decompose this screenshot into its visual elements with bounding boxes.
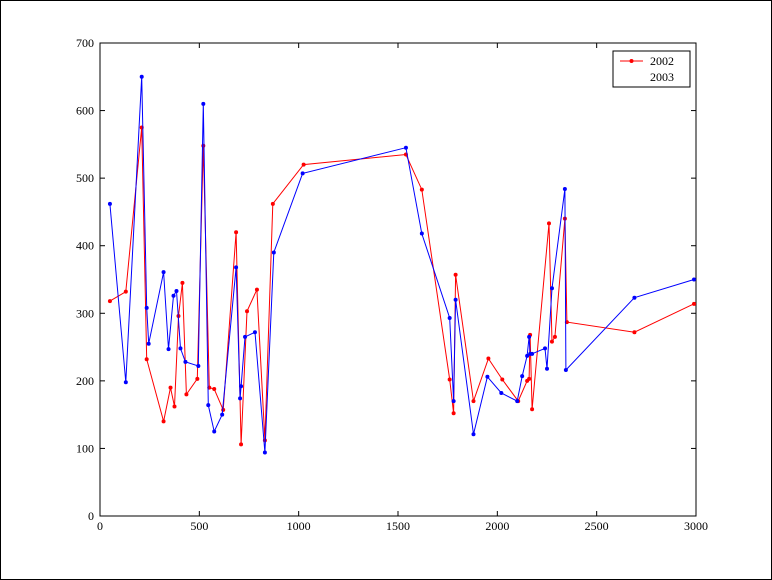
- data-point-2003: [183, 359, 188, 364]
- y-tick-label: 400: [76, 239, 94, 253]
- data-point-2002: [486, 356, 491, 361]
- x-tick-label: 3000: [684, 519, 708, 533]
- data-point-2003: [107, 201, 112, 206]
- data-point-2003: [543, 346, 548, 351]
- data-point-2002: [451, 411, 456, 416]
- data-point-2003: [243, 334, 248, 339]
- data-point-2002: [301, 162, 306, 167]
- data-point-2003: [166, 347, 171, 352]
- legend: 2002 2003: [612, 50, 691, 88]
- data-point-2003: [300, 171, 305, 176]
- line-chart: 0 500 1000 1500 2000 2500 3000 0 100 200 300 400 50…: [76, 36, 708, 533]
- data-point-2002: [107, 299, 112, 304]
- data-point-2002: [546, 221, 551, 226]
- data-point-2003: [206, 403, 211, 408]
- data-point-2002: [201, 143, 206, 148]
- x-tick-label: 2000: [485, 519, 509, 533]
- data-point-2002: [552, 334, 557, 339]
- legend-label-2002: 2002: [650, 54, 674, 68]
- data-point-2003: [530, 351, 535, 356]
- data-point-2003: [271, 250, 276, 255]
- data-point-2003: [252, 330, 257, 335]
- x-tick-label: 1000: [287, 519, 311, 533]
- y-tick-label: 300: [76, 306, 94, 320]
- data-point-2002: [549, 339, 554, 344]
- x-tick-label: 2500: [585, 519, 609, 533]
- data-point-2003: [212, 429, 217, 434]
- data-point-2003: [139, 74, 144, 79]
- data-point-2003: [515, 399, 520, 404]
- data-point-2002: [234, 230, 239, 235]
- data-point-2003: [174, 288, 179, 293]
- data-point-2003: [234, 265, 239, 270]
- legend-marker-2002: [629, 59, 634, 63]
- data-point-2003: [549, 286, 554, 291]
- y-tick-label: 0: [88, 509, 94, 523]
- data-point-2002: [212, 386, 217, 391]
- data-point-2002: [161, 419, 166, 424]
- y-tick-label: 100: [76, 441, 94, 455]
- data-point-2003: [161, 270, 166, 275]
- y-tick-label: 200: [76, 374, 94, 388]
- data-point-2002: [453, 272, 458, 277]
- plot-area: [99, 42, 697, 517]
- data-point-2003: [527, 334, 532, 339]
- data-point-2002: [632, 330, 637, 335]
- data-point-2003: [171, 293, 176, 298]
- y-tick-label: 700: [76, 36, 94, 50]
- data-point-2002: [123, 289, 128, 294]
- data-point-2002: [254, 287, 259, 292]
- data-point-2002: [172, 404, 177, 409]
- data-point-2002: [195, 376, 200, 381]
- x-tick-label: 1500: [386, 519, 410, 533]
- data-point-2003: [563, 368, 568, 373]
- data-point-2002: [527, 376, 532, 381]
- data-point-2003: [238, 396, 243, 401]
- data-point-2002: [447, 377, 452, 382]
- data-point-2002: [500, 377, 505, 382]
- data-point-2002: [692, 301, 697, 306]
- data-point-2003: [692, 277, 697, 282]
- data-point-2002: [144, 357, 149, 362]
- data-point-2002: [239, 442, 244, 447]
- data-point-2003: [471, 432, 476, 437]
- data-point-2003: [220, 412, 225, 417]
- data-point-2003: [499, 391, 504, 396]
- data-point-2003: [144, 305, 149, 310]
- data-point-2002: [471, 399, 476, 404]
- data-point-2003: [178, 346, 183, 351]
- data-point-2003: [201, 101, 206, 106]
- data-point-2003: [632, 295, 637, 300]
- data-point-2003: [419, 231, 424, 236]
- data-point-2002: [270, 201, 275, 206]
- data-point-2003: [196, 363, 201, 368]
- x-tick-label: 500: [190, 519, 208, 533]
- data-point-2003: [520, 374, 525, 379]
- data-point-2003: [403, 145, 408, 150]
- legend-label-2003: 2003: [650, 70, 674, 84]
- data-point-2003: [239, 384, 244, 389]
- data-point-2002: [419, 187, 424, 192]
- data-point-2003: [262, 450, 267, 455]
- data-point-2003: [485, 374, 490, 379]
- data-point-2003: [447, 316, 452, 321]
- data-point-2002: [245, 309, 250, 314]
- data-point-2002: [530, 407, 535, 412]
- y-tick-label: 500: [76, 171, 94, 185]
- y-tick-label: 600: [76, 104, 94, 118]
- data-point-2002: [168, 385, 173, 390]
- x-tick-label: 0: [97, 519, 103, 533]
- data-point-2003: [451, 399, 456, 404]
- data-point-2002: [180, 280, 185, 285]
- data-point-2002: [184, 392, 189, 397]
- data-point-2003: [545, 366, 549, 371]
- data-point-2003: [453, 297, 458, 302]
- data-point-2003: [146, 341, 151, 346]
- data-point-2003: [123, 380, 128, 385]
- data-point-2003: [562, 186, 567, 191]
